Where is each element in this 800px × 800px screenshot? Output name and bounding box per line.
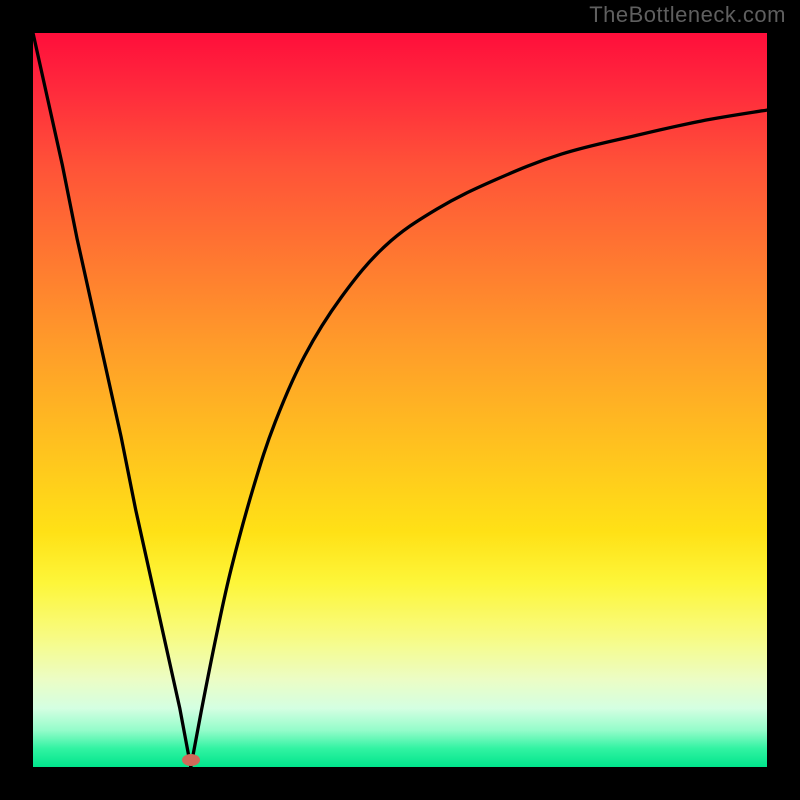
chart-frame: TheBottleneck.com <box>0 0 800 800</box>
curve-right-branch <box>191 110 767 767</box>
curve-left-branch <box>33 33 191 767</box>
watermark-text: TheBottleneck.com <box>589 2 786 28</box>
chart-curve-layer <box>33 33 767 767</box>
minimum-marker <box>182 754 200 766</box>
